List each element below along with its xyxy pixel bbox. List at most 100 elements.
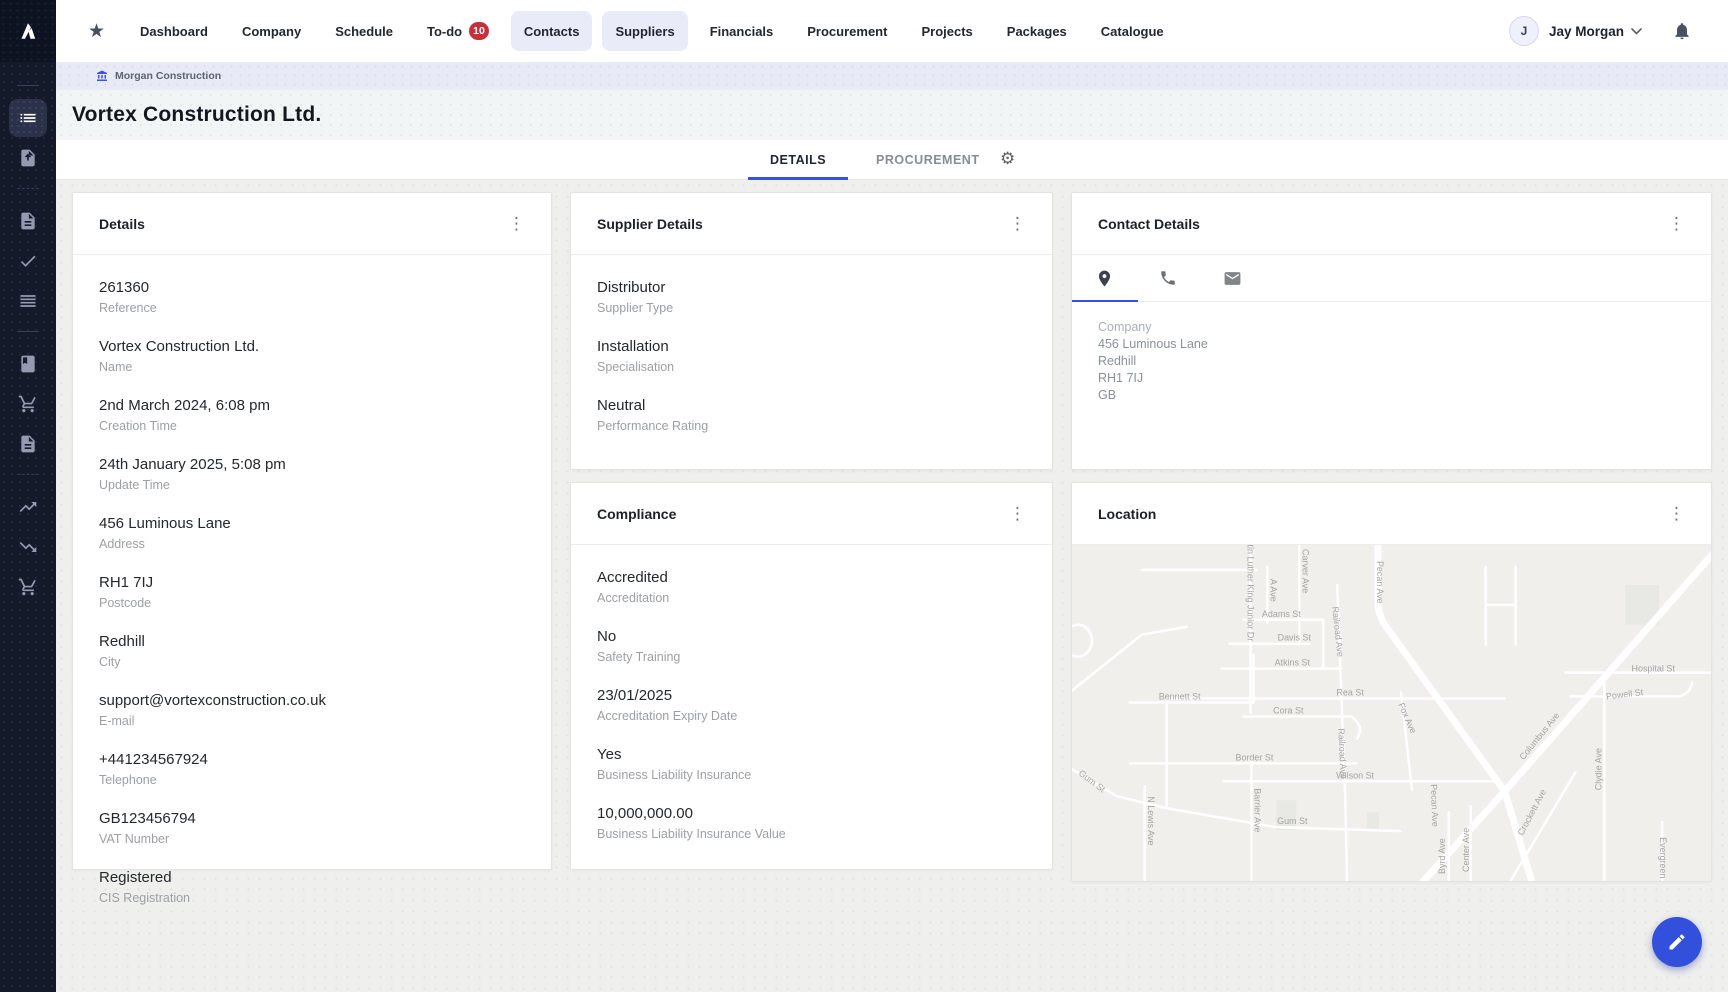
sidebar-item-sales[interactable] [9, 488, 47, 526]
nav-item-contacts[interactable]: Contacts [511, 11, 593, 51]
field-value: +441234567924 [99, 750, 525, 769]
field-value: Yes [597, 745, 1026, 764]
field-liability-insurance-value: 10,000,000.00 Business Liability Insuran… [597, 804, 1026, 842]
breadcrumb: Morgan Construction [56, 62, 1728, 90]
sidebar-divider [17, 85, 39, 86]
map[interactable]: Martin Luther King Junior Dr Carver Ave … [1072, 545, 1711, 881]
street-label: Evergreen Ave [1658, 837, 1668, 881]
details-card: Details ⋮ 261360 Reference Vortex Constr… [72, 192, 552, 870]
nav-item-financials[interactable]: Financials [693, 11, 791, 51]
field-label: Supplier Type [597, 300, 1026, 316]
field-label: Performance Rating [597, 418, 1026, 434]
card-title: Location [1098, 506, 1156, 522]
nav-item-packages[interactable]: Packages [990, 11, 1084, 51]
field-value: Distributor [597, 278, 1026, 297]
page-title: Vortex Construction Ltd. [72, 103, 321, 127]
field-label: Business Liability Insurance Value [597, 826, 1026, 842]
cart-icon [18, 394, 38, 414]
nav-item-schedule[interactable]: Schedule [318, 11, 410, 51]
street-label: Border St [1235, 752, 1273, 762]
kebab-menu-icon[interactable]: ⋮ [1664, 214, 1689, 234]
breadcrumb-company[interactable]: Morgan Construction [96, 70, 221, 82]
field-value: support@vortexconstruction.co.uk [99, 691, 525, 710]
nav-item-todo[interactable]: To-do 10 [410, 11, 506, 51]
nav-item-company[interactable]: Company [225, 11, 318, 51]
active-tab-underline [1072, 300, 1138, 302]
field-label: Accreditation [597, 590, 1026, 606]
sidebar-item-documents[interactable] [9, 202, 47, 240]
tab-settings-gear-icon[interactable]: ⚙ [1000, 149, 1015, 169]
field-label: Business Liability Insurance [597, 767, 1026, 783]
breadcrumb-label: Morgan Construction [115, 70, 221, 82]
field-label: E-mail [99, 713, 525, 729]
street-label: Barrier Ave [1252, 788, 1262, 832]
kebab-menu-icon[interactable]: ⋮ [1005, 214, 1030, 234]
street-label: Atkins St [1275, 658, 1311, 668]
app-logo[interactable] [0, 0, 56, 62]
contact-tab-address[interactable] [1072, 255, 1136, 301]
pencil-icon [1667, 932, 1687, 952]
field-telephone: +441234567924 Telephone [99, 750, 525, 788]
notifications-bell-icon[interactable] [1672, 21, 1692, 41]
field-label: Accreditation Expiry Date [597, 708, 1026, 724]
field-label: Creation Time [99, 418, 525, 434]
sidebar-item-book[interactable] [9, 345, 47, 383]
field-value: Neutral [597, 396, 1026, 415]
sidebar-item-list[interactable] [9, 99, 47, 137]
address-line: GB [1098, 387, 1685, 404]
field-label: City [99, 654, 525, 670]
kebab-menu-icon[interactable]: ⋮ [1005, 504, 1030, 524]
sidebar-item-purchases[interactable] [9, 568, 47, 606]
field-value: Vortex Construction Ltd. [99, 337, 525, 356]
field-value: Redhill [99, 632, 525, 651]
field-address: 456 Luminous Lane Address [99, 514, 525, 552]
sidebar-item-cart[interactable] [9, 385, 47, 423]
book-icon [18, 354, 38, 374]
field-value: 456 Luminous Lane [99, 514, 525, 533]
mail-icon [1223, 269, 1242, 288]
page-header: Vortex Construction Ltd. [56, 90, 1728, 140]
address-line: RH1 7IJ [1098, 370, 1685, 387]
phone-icon [1159, 269, 1177, 287]
sidebar-item-invoices[interactable] [9, 425, 47, 463]
field-supplier-type: Distributor Supplier Type [597, 278, 1026, 316]
tab-details[interactable]: DETAILS [748, 140, 848, 180]
kebab-menu-icon[interactable]: ⋮ [504, 214, 529, 234]
street-label: Rea St [1336, 688, 1364, 698]
address-heading: Company [1098, 319, 1685, 336]
field-email: support@vortexconstruction.co.uk E-mail [99, 691, 525, 729]
street-label: Gum St [1277, 816, 1308, 826]
sidebar-item-file-import[interactable] [9, 139, 47, 177]
edit-fab-button[interactable] [1652, 917, 1702, 967]
contact-tab-phone[interactable] [1136, 255, 1200, 301]
nav-item-projects[interactable]: Projects [904, 11, 989, 51]
favorites-star-icon[interactable]: ★ [88, 20, 105, 43]
field-value: 23/01/2025 [597, 686, 1026, 705]
file-upload-icon [18, 148, 38, 168]
street-label: Cora St [1273, 705, 1304, 715]
street-label: Byrd Ave [1437, 838, 1447, 874]
field-label: Reference [99, 300, 525, 316]
street-label: Pecan Ave [1375, 561, 1385, 604]
field-liability-insurance: Yes Business Liability Insurance [597, 745, 1026, 783]
tab-procurement[interactable]: PROCUREMENT [854, 140, 1001, 180]
field-label: VAT Number [99, 831, 525, 847]
contact-details-card: Contact Details ⋮ Company 456 Luminous L… [1071, 192, 1712, 470]
contact-tab-email[interactable] [1200, 255, 1264, 301]
field-value: Registered [99, 868, 525, 887]
sidebar-item-rows[interactable] [9, 282, 47, 320]
bank-icon [96, 70, 108, 82]
sidebar-item-costs[interactable] [9, 528, 47, 566]
left-sidebar [0, 62, 56, 992]
avatar: J [1509, 16, 1539, 46]
nav-item-catalogue[interactable]: Catalogue [1084, 11, 1181, 51]
kebab-menu-icon[interactable]: ⋮ [1664, 504, 1689, 524]
chevron-down-icon [1631, 28, 1642, 35]
nav-item-suppliers[interactable]: Suppliers [602, 11, 687, 51]
sidebar-item-approvals[interactable] [9, 242, 47, 280]
list-icon [18, 108, 38, 128]
user-menu[interactable]: J Jay Morgan [1509, 16, 1642, 46]
nav-item-procurement[interactable]: Procurement [790, 11, 904, 51]
nav-item-dashboard[interactable]: Dashboard [123, 11, 225, 51]
trending-down-icon [18, 537, 38, 557]
